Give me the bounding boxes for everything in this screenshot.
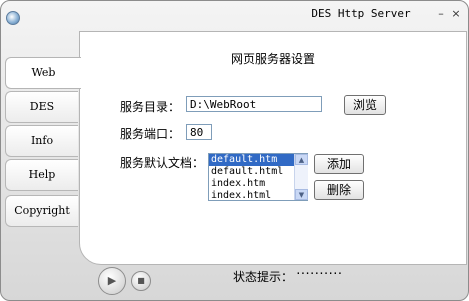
tab-copyright[interactable]: Copyright bbox=[5, 195, 78, 227]
browse-button[interactable]: 浏览 bbox=[344, 95, 386, 115]
default-docs-label: 服务默认文档： bbox=[120, 156, 205, 170]
root-dir-field[interactable]: D:\WebRoot bbox=[186, 96, 322, 112]
list-item[interactable]: index.htm bbox=[209, 178, 307, 190]
list-scrollbar[interactable]: ▲ ▼ bbox=[294, 154, 308, 200]
port-field[interactable]: 80 bbox=[186, 124, 212, 140]
window-title: DES Http Server bbox=[311, 7, 411, 20]
tab-info[interactable]: Info bbox=[5, 125, 78, 157]
settings-panel: 网页服务器设置 服务目录： D:\WebRoot 浏览 服务端口： 80 服务默… bbox=[79, 31, 467, 265]
tab-help[interactable]: Help bbox=[5, 159, 78, 191]
panel-heading: 网页服务器设置 bbox=[230, 52, 315, 66]
scroll-up-arrow-icon[interactable]: ▲ bbox=[295, 154, 308, 165]
root-dir-label: 服务目录： bbox=[120, 100, 181, 114]
tab-web[interactable]: Web bbox=[5, 57, 81, 89]
list-item[interactable]: default.htm bbox=[209, 154, 307, 166]
app-window: DES Http Server – × Web DES Info Help Co… bbox=[0, 0, 469, 301]
stop-button[interactable]: ■ bbox=[131, 271, 151, 291]
title-bar[interactable]: DES Http Server – × bbox=[1, 1, 468, 29]
list-item[interactable]: index.html bbox=[209, 190, 307, 200]
add-button[interactable]: 添加 bbox=[314, 154, 364, 174]
default-docs-list[interactable]: default.htm default.html index.htm index… bbox=[208, 153, 308, 201]
close-button[interactable]: × bbox=[450, 8, 462, 21]
minimize-button[interactable]: – bbox=[435, 8, 447, 21]
delete-button[interactable]: 删除 bbox=[314, 180, 364, 200]
status-label: 状态提示： bbox=[233, 270, 294, 284]
status-text: ·········· bbox=[295, 267, 343, 280]
scroll-down-arrow-icon[interactable]: ▼ bbox=[295, 189, 308, 200]
list-item[interactable]: default.html bbox=[209, 166, 307, 178]
tab-des[interactable]: DES bbox=[5, 91, 78, 123]
play-button[interactable]: ▶ bbox=[98, 267, 126, 295]
stop-icon: ■ bbox=[137, 276, 145, 285]
port-label: 服务端口： bbox=[120, 127, 181, 141]
app-icon bbox=[6, 11, 20, 25]
play-icon: ▶ bbox=[107, 274, 117, 287]
